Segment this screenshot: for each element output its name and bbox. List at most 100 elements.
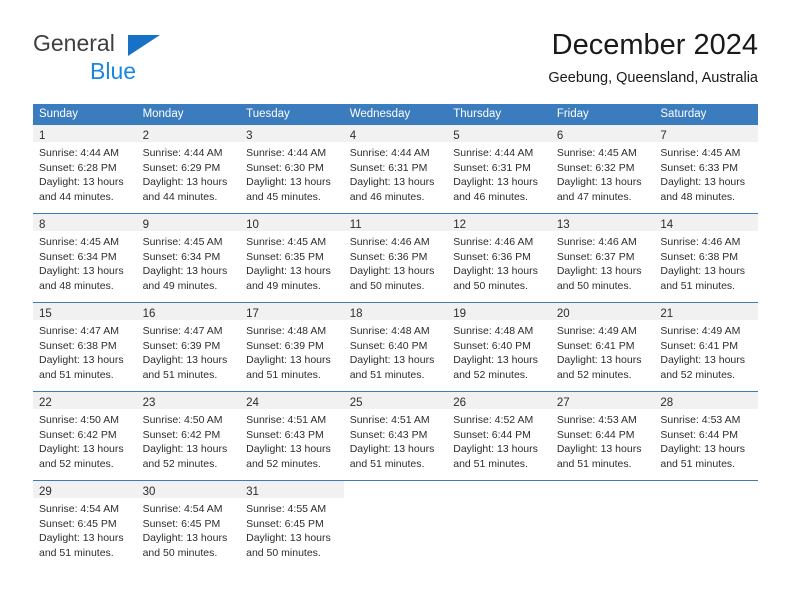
day-number: 1 [39, 130, 46, 142]
day-cell[interactable]: 5 Sunrise: 4:44 AM Sunset: 6:31 PM Daylight… [447, 125, 551, 214]
sunrise-text: Sunrise: 4:49 AM [556, 325, 637, 337]
generalblue-logo[interactable]: General Blue [33, 32, 263, 90]
weekday-header-thursday: Thursday [447, 104, 551, 125]
daylight-text-line2: and 51 minutes. [246, 368, 321, 381]
daylight-text-line1: Daylight: 13 hours [39, 265, 124, 278]
daylight-text-line1: Daylight: 13 hours [453, 176, 538, 189]
day-cell[interactable]: 15 Sunrise: 4:47 AM Sunset: 6:38 PM Dayligh… [33, 302, 137, 392]
day-cell[interactable]: 7 Sunrise: 4:45 AM Sunset: 6:33 PM Daylight… [654, 125, 758, 214]
day-cell[interactable]: 3 Sunrise: 4:44 AM Sunset: 6:30 PM Daylight… [240, 125, 344, 214]
day-cell[interactable]: 19 Sunrise: 4:48 AM Sunset: 6:40 PM Dayligh… [447, 302, 551, 392]
sunset-text: Sunset: 6:43 PM [349, 428, 428, 441]
page-title: December 2024 [551, 29, 758, 61]
sunrise-text: Sunrise: 4:50 AM [142, 414, 223, 426]
day-cell[interactable]: 25 Sunrise: 4:51 AM Sunset: 6:43 PM Dayligh… [343, 391, 448, 481]
sunset-text: Sunset: 6:40 PM [349, 339, 428, 352]
calendar-week-row: 1 Sunrise: 4:44 AM Sunset: 6:28 PM Daylight… [33, 125, 758, 214]
day-number: 10 [246, 219, 259, 231]
sunrise-text: Sunrise: 4:45 AM [39, 236, 119, 248]
sunset-text: Sunset: 6:44 PM [660, 428, 739, 441]
weekday-header-sunday: Sunday [33, 104, 137, 125]
daylight-text-line2: and 51 minutes. [556, 457, 632, 470]
sunset-text: Sunset: 6:36 PM [349, 250, 428, 263]
logo-blue-label: Blue [90, 58, 137, 84]
day-cell[interactable]: 9 Sunrise: 4:45 AM Sunset: 6:34 PM Daylight… [136, 213, 241, 303]
day-cell[interactable]: 1 Sunrise: 4:44 AM Sunset: 6:28 PM Daylight… [33, 125, 137, 214]
day-cell[interactable]: 17 Sunrise: 4:48 AM Sunset: 6:39 PM Dayligh… [240, 302, 344, 392]
day-cell[interactable]: 28 Sunrise: 4:53 AM Sunset: 6:44 PM Dayligh… [654, 391, 758, 481]
sunrise-text: Sunrise: 4:47 AM [142, 325, 223, 337]
day-cell[interactable]: 6 Sunrise: 4:45 AM Sunset: 6:32 PM Daylight… [550, 125, 655, 214]
sunset-text: Sunset: 6:38 PM [660, 250, 739, 263]
daylight-text-line1: Daylight: 13 hours [142, 265, 228, 278]
day-cell[interactable]: 26 Sunrise: 4:52 AM Sunset: 6:44 PM Dayligh… [447, 391, 551, 481]
sunrise-text: Sunrise: 4:44 AM [349, 147, 430, 159]
daylight-text-line1: Daylight: 13 hours [142, 443, 228, 456]
day-number: 31 [246, 486, 259, 498]
sunset-text: Sunset: 6:41 PM [660, 339, 739, 352]
day-cell-empty [447, 480, 551, 569]
sunset-text: Sunset: 6:28 PM [39, 161, 117, 174]
weekday-header-tuesday: Tuesday [240, 104, 344, 125]
day-cell[interactable]: 10 Sunrise: 4:45 AM Sunset: 6:35 PM Dayligh… [240, 213, 344, 303]
day-cell[interactable]: 29 Sunrise: 4:54 AM Sunset: 6:45 PM Dayligh… [33, 480, 137, 569]
sunset-text: Sunset: 6:29 PM [142, 161, 221, 174]
daylight-text-line1: Daylight: 13 hours [660, 176, 746, 189]
sunrise-text: Sunrise: 4:48 AM [246, 325, 327, 337]
daylight-text-line1: Daylight: 13 hours [39, 532, 124, 545]
sunset-text: Sunset: 6:44 PM [556, 428, 635, 441]
logo-general-label: General [33, 30, 115, 56]
day-cell[interactable]: 27 Sunrise: 4:53 AM Sunset: 6:44 PM Dayligh… [550, 391, 655, 481]
day-cell[interactable]: 2 Sunrise: 4:44 AM Sunset: 6:29 PM Daylight… [136, 125, 241, 214]
sunset-text: Sunset: 6:32 PM [556, 161, 635, 174]
day-number: 17 [246, 308, 259, 320]
weekday-header-monday: Monday [136, 104, 241, 125]
day-cell[interactable]: 22 Sunrise: 4:50 AM Sunset: 6:42 PM Dayligh… [33, 391, 137, 481]
daylight-text-line2: and 44 minutes. [39, 190, 114, 203]
day-cell[interactable]: 16 Sunrise: 4:47 AM Sunset: 6:39 PM Dayligh… [136, 302, 241, 392]
daylight-text-line2: and 51 minutes. [660, 457, 736, 470]
day-number: 7 [660, 130, 667, 142]
day-cell[interactable]: 31 Sunrise: 4:55 AM Sunset: 6:45 PM Dayligh… [240, 480, 344, 569]
day-cell[interactable]: 30 Sunrise: 4:54 AM Sunset: 6:45 PM Dayligh… [136, 480, 241, 569]
day-cell[interactable]: 18 Sunrise: 4:48 AM Sunset: 6:40 PM Dayligh… [343, 302, 448, 392]
sunset-text: Sunset: 6:30 PM [246, 161, 324, 174]
daylight-text-line1: Daylight: 13 hours [349, 354, 435, 367]
day-cell[interactable]: 14 Sunrise: 4:46 AM Sunset: 6:38 PM Dayligh… [654, 213, 758, 303]
day-cell[interactable]: 24 Sunrise: 4:51 AM Sunset: 6:43 PM Dayligh… [240, 391, 344, 481]
daylight-text-line1: Daylight: 13 hours [556, 265, 642, 278]
daylight-text-line2: and 51 minutes. [660, 279, 736, 292]
daylight-text-line2: and 51 minutes. [349, 457, 425, 470]
daylight-text-line1: Daylight: 13 hours [556, 176, 642, 189]
sunset-text: Sunset: 6:41 PM [556, 339, 635, 352]
sunrise-text: Sunrise: 4:49 AM [660, 325, 741, 337]
day-cell[interactable]: 23 Sunrise: 4:50 AM Sunset: 6:42 PM Dayligh… [136, 391, 241, 481]
sunrise-text: Sunrise: 4:51 AM [349, 414, 430, 426]
day-cell[interactable]: 8 Sunrise: 4:45 AM Sunset: 6:34 PM Daylight… [33, 213, 137, 303]
day-cell[interactable]: 11 Sunrise: 4:46 AM Sunset: 6:36 PM Dayligh… [343, 213, 448, 303]
day-cell[interactable]: 13 Sunrise: 4:46 AM Sunset: 6:37 PM Dayligh… [550, 213, 655, 303]
daylight-text-line1: Daylight: 13 hours [453, 265, 538, 278]
day-cell[interactable]: 21 Sunrise: 4:49 AM Sunset: 6:41 PM Dayligh… [654, 302, 758, 392]
day-number: 16 [142, 308, 156, 320]
day-number: 23 [142, 397, 156, 409]
sunset-text: Sunset: 6:45 PM [39, 517, 117, 530]
page-subtitle: Geebung, Queensland, Australia [548, 70, 758, 86]
day-cell[interactable]: 20 Sunrise: 4:49 AM Sunset: 6:41 PM Dayligh… [550, 302, 655, 392]
daylight-text-line2: and 44 minutes. [142, 190, 218, 203]
daylight-text-line2: and 51 minutes. [142, 368, 218, 381]
calendar-week-row: 22 Sunrise: 4:50 AM Sunset: 6:42 PM Dayligh… [33, 391, 758, 481]
daylight-text-line1: Daylight: 13 hours [453, 443, 538, 456]
day-number: 3 [246, 130, 253, 142]
daylight-text-line1: Daylight: 13 hours [246, 354, 331, 367]
sunrise-text: Sunrise: 4:54 AM [142, 503, 223, 515]
day-cell[interactable]: 12 Sunrise: 4:46 AM Sunset: 6:36 PM Dayligh… [447, 213, 551, 303]
day-cell-empty [654, 480, 758, 569]
day-cell[interactable]: 4 Sunrise: 4:44 AM Sunset: 6:31 PM Daylight… [343, 125, 448, 214]
day-number: 25 [349, 397, 363, 409]
sunrise-text: Sunrise: 4:45 AM [660, 147, 741, 159]
daylight-text-line2: and 49 minutes. [142, 279, 218, 292]
daylight-text-line2: and 50 minutes. [142, 546, 218, 559]
sunrise-text: Sunrise: 4:45 AM [142, 236, 223, 248]
daylight-text-line1: Daylight: 13 hours [246, 265, 331, 278]
